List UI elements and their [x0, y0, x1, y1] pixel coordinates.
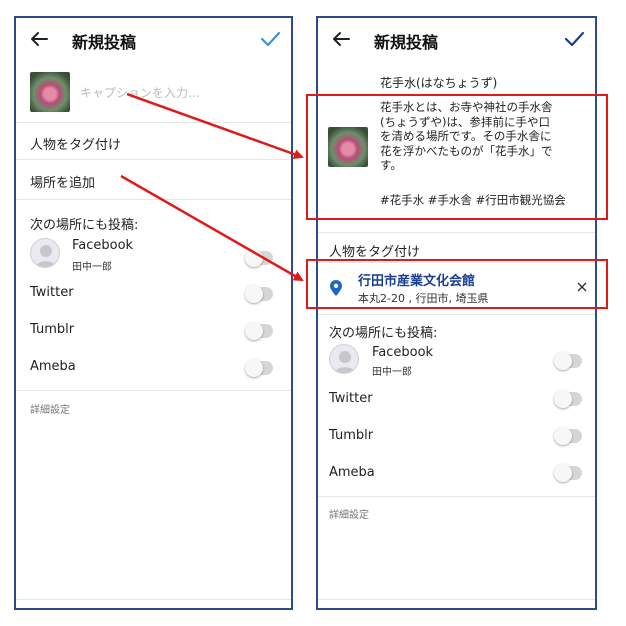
- facebook-toggle[interactable]: [245, 249, 273, 267]
- location-highlight-box: [306, 259, 608, 309]
- caption-title: 花手水(はなちょうず): [380, 76, 498, 90]
- header: 新規投稿: [318, 18, 595, 64]
- photo-thumbnail: [30, 72, 70, 112]
- ameba-toggle[interactable]: [554, 464, 582, 482]
- twitter-label: Twitter: [329, 391, 373, 406]
- ameba-toggle[interactable]: [245, 359, 273, 377]
- divider: [318, 314, 595, 315]
- caption-input[interactable]: キャプションを入力...: [80, 84, 199, 101]
- avatar: [30, 238, 60, 268]
- back-arrow-icon[interactable]: [28, 28, 50, 50]
- divider: [16, 599, 291, 600]
- tumblr-label: Tumblr: [329, 428, 374, 443]
- divider: [318, 496, 595, 497]
- back-arrow-icon[interactable]: [330, 28, 352, 50]
- divider: [16, 122, 291, 123]
- caption-highlight-box: [306, 94, 608, 220]
- facebook-account: 田中一郎: [372, 367, 412, 378]
- page-title: 新規投稿: [374, 33, 439, 52]
- check-icon[interactable]: [259, 28, 281, 50]
- divider: [16, 159, 291, 160]
- facebook-account: 田中一郎: [72, 262, 112, 273]
- ameba-label: Ameba: [30, 359, 76, 374]
- twitter-toggle[interactable]: [554, 390, 582, 408]
- tag-people-row[interactable]: 人物をタグ付け: [30, 134, 121, 153]
- facebook-label: Facebook: [72, 238, 134, 253]
- twitter-toggle[interactable]: [245, 285, 273, 303]
- tumblr-toggle[interactable]: [554, 427, 582, 445]
- page-title: 新規投稿: [72, 33, 137, 52]
- divider: [16, 199, 291, 200]
- tumblr-label: Tumblr: [30, 322, 75, 337]
- facebook-label: Facebook: [372, 345, 434, 360]
- divider: [318, 232, 595, 233]
- share-also-heading: 次の場所にも投稿:: [329, 326, 438, 341]
- share-also-heading: 次の場所にも投稿:: [30, 218, 139, 233]
- twitter-label: Twitter: [30, 285, 74, 300]
- facebook-toggle[interactable]: [554, 352, 582, 370]
- divider: [318, 599, 595, 600]
- advanced-settings-link[interactable]: 詳細設定: [30, 401, 70, 416]
- header: 新規投稿: [16, 18, 291, 64]
- avatar: [329, 344, 359, 374]
- left-phone-screen: 新規投稿 キャプションを入力... 人物をタグ付け 場所を追加 次の場所にも投稿…: [14, 16, 293, 610]
- tumblr-toggle[interactable]: [245, 322, 273, 340]
- advanced-settings-link[interactable]: 詳細設定: [329, 506, 369, 521]
- ameba-label: Ameba: [329, 465, 375, 480]
- divider: [16, 390, 291, 391]
- tag-people-row[interactable]: 人物をタグ付け: [329, 241, 420, 260]
- add-location-row[interactable]: 場所を追加: [30, 172, 95, 191]
- check-icon[interactable]: [563, 28, 585, 50]
